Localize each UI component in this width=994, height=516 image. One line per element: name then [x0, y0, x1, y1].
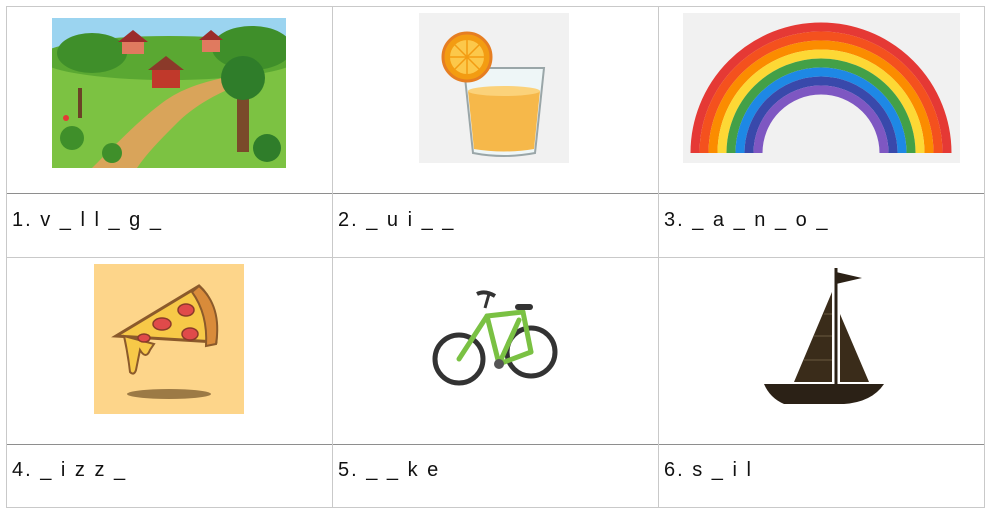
row-divider — [6, 193, 985, 194]
bicycle-image — [419, 264, 569, 414]
word-label: 6. s _ i l — [664, 459, 753, 481]
table-border-top — [6, 6, 985, 7]
rainbow-image — [683, 13, 960, 163]
word-label: 4. _ i z z _ — [12, 459, 128, 481]
pizza-image — [94, 264, 244, 414]
row-divider — [6, 444, 985, 445]
sailboat-image — [744, 264, 894, 414]
word-label: 3. _ a _ n _ o _ — [664, 209, 830, 231]
worksheet-table: 1. v _ l l _ g _ 2. _ u i _ _ 3. _ a _ n… — [6, 6, 985, 508]
table-border-left — [6, 6, 7, 508]
table-border-bottom — [6, 507, 985, 508]
word-label: 5. _ _ k e — [338, 459, 441, 481]
column-divider — [332, 6, 333, 508]
column-divider — [658, 6, 659, 508]
word-label: 2. _ u i _ _ — [338, 209, 456, 231]
word-label: 1. v _ l l _ g _ — [12, 209, 163, 231]
table-border-right — [984, 6, 985, 508]
orange-juice-image — [419, 13, 569, 163]
row-divider — [6, 257, 985, 258]
village-image — [52, 18, 286, 168]
